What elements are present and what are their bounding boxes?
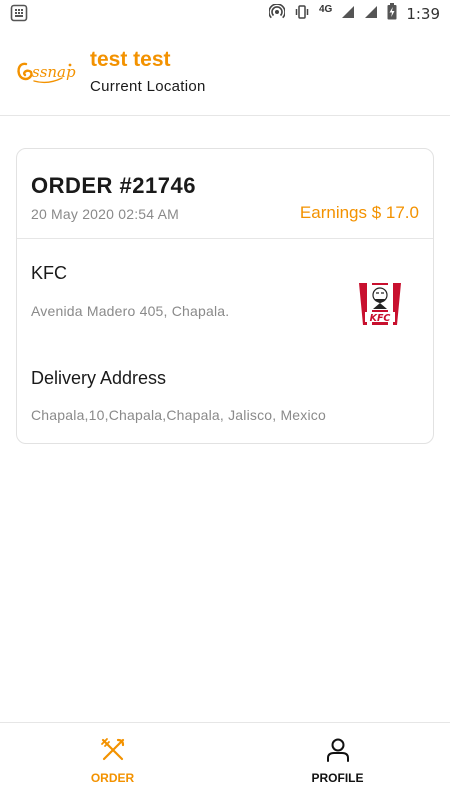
notification-icon [10, 4, 28, 27]
card-divider [17, 238, 433, 239]
status-bar: 4G 1:39 [0, 0, 450, 26]
order-card[interactable]: ORDER #21746 20 May 2020 02:54 AM Earnin… [16, 148, 434, 444]
order-number: ORDER #21746 [31, 173, 196, 198]
order-date: 20 May 2020 02:54 AM [31, 206, 179, 222]
bottom-navigation: ORDER PROFILE [0, 722, 450, 800]
app-header: ssnap test test Current Location [0, 26, 450, 116]
fork-knife-icon [100, 737, 126, 763]
signal-icon [341, 5, 355, 24]
kfc-logo-text: KFC [370, 313, 391, 324]
nav-tab-profile[interactable]: PROFILE [225, 723, 450, 800]
order-earnings: Earnings $ 17.0 [299, 203, 419, 222]
user-name: test test [90, 48, 171, 71]
person-icon [325, 737, 351, 763]
delivery-address-title: Delivery Address [31, 368, 167, 388]
nav-tab-order[interactable]: ORDER [0, 723, 225, 800]
battery-charging-icon [387, 3, 397, 25]
restaurant-address: Avenida Madero 405, Chapala. [31, 303, 230, 319]
nav-label-order: ORDER [90, 771, 135, 785]
signal-icon [364, 5, 378, 24]
clock: 1:39 [406, 5, 440, 23]
hotspot-icon [268, 2, 286, 25]
restaurant-logo: KFC [356, 279, 404, 329]
nav-label-profile: PROFILE [311, 771, 364, 785]
delivery-address: Chapala,10,Chapala,Chapala, Jalisco, Mex… [31, 407, 326, 423]
app-logo: ssnap [14, 54, 76, 88]
current-location-label[interactable]: Current Location [90, 78, 206, 95]
network-type: 4G [318, 3, 333, 15]
vibrate-icon [294, 4, 310, 25]
restaurant-name: KFC [31, 263, 67, 283]
